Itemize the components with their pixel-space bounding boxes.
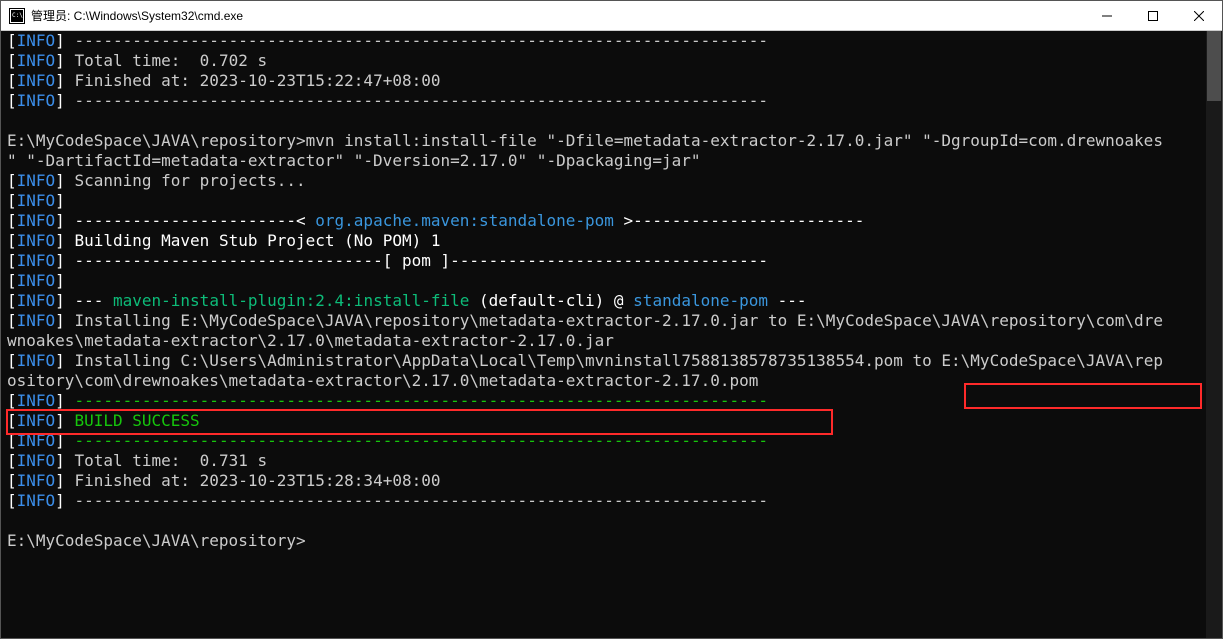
build-success: BUILD SUCCESS bbox=[74, 411, 199, 430]
line: ----------------------------------------… bbox=[65, 91, 768, 110]
line: Installing E:\MyCodeSpace\JAVA\repositor… bbox=[65, 311, 1163, 330]
minimize-button[interactable] bbox=[1084, 1, 1130, 30]
line: Total time: 0.731 s bbox=[65, 451, 267, 470]
command: mvn install:install-file "-Dfile=metadat… bbox=[306, 131, 1163, 150]
pom-link: org.apache.maven:standalone-pom bbox=[315, 211, 614, 230]
line: Total time: 0.702 s bbox=[65, 51, 267, 70]
close-button[interactable] bbox=[1176, 1, 1222, 30]
line: ----------------------------------------… bbox=[65, 491, 768, 510]
window-title: 管理员: C:\Windows\System32\cmd.exe bbox=[31, 7, 1084, 24]
line: Finished at: 2023-10-23T15:22:47+08:00 bbox=[65, 71, 441, 90]
scrollbar-thumb[interactable] bbox=[1207, 31, 1221, 101]
line: ository\com\drewnoakes\metadata-extracto… bbox=[7, 371, 758, 390]
line: --- bbox=[65, 291, 113, 310]
line: --------------------------------[ pom ]-… bbox=[65, 251, 768, 270]
terminal-area[interactable]: [INFO] ---------------------------------… bbox=[1, 31, 1222, 638]
window-controls bbox=[1084, 1, 1222, 30]
line: >------------------------ bbox=[614, 211, 864, 230]
line: ----------------------------------------… bbox=[65, 31, 768, 50]
line: (default-cli) @ bbox=[469, 291, 633, 310]
scrollbar[interactable] bbox=[1206, 31, 1222, 638]
line: Finished at: 2023-10-23T15:28:34+08:00 bbox=[65, 471, 441, 490]
line: Installing C:\Users\Administrator\AppDat… bbox=[65, 351, 1163, 370]
line: ----------------------------------------… bbox=[65, 431, 768, 450]
cmd-icon: C:\ bbox=[9, 8, 25, 24]
svg-text:C:\: C:\ bbox=[12, 12, 23, 19]
standalone: standalone-pom bbox=[633, 291, 768, 310]
plugin: maven-install-plugin:2.4:install-file bbox=[113, 291, 469, 310]
terminal-output: [INFO] ---------------------------------… bbox=[1, 31, 1222, 551]
titlebar[interactable]: C:\ 管理员: C:\Windows\System32\cmd.exe bbox=[1, 1, 1222, 31]
line: Building Maven Stub Project (No POM) 1 bbox=[65, 231, 441, 250]
prompt: E:\MyCodeSpace\JAVA\repository> bbox=[7, 531, 306, 550]
prompt: E:\MyCodeSpace\JAVA\repository> bbox=[7, 131, 306, 150]
command: " "-DartifactId=metadata-extractor" "-Dv… bbox=[7, 151, 701, 170]
line: Scanning for projects... bbox=[65, 171, 306, 190]
line: wnoakes\metadata-extractor\2.17.0\metada… bbox=[7, 331, 614, 350]
line: --- bbox=[768, 291, 807, 310]
line: -----------------------< bbox=[65, 211, 315, 230]
cmd-window: C:\ 管理员: C:\Windows\System32\cmd.exe [IN… bbox=[0, 0, 1223, 639]
line: ----------------------------------------… bbox=[65, 391, 768, 410]
maximize-button[interactable] bbox=[1130, 1, 1176, 30]
